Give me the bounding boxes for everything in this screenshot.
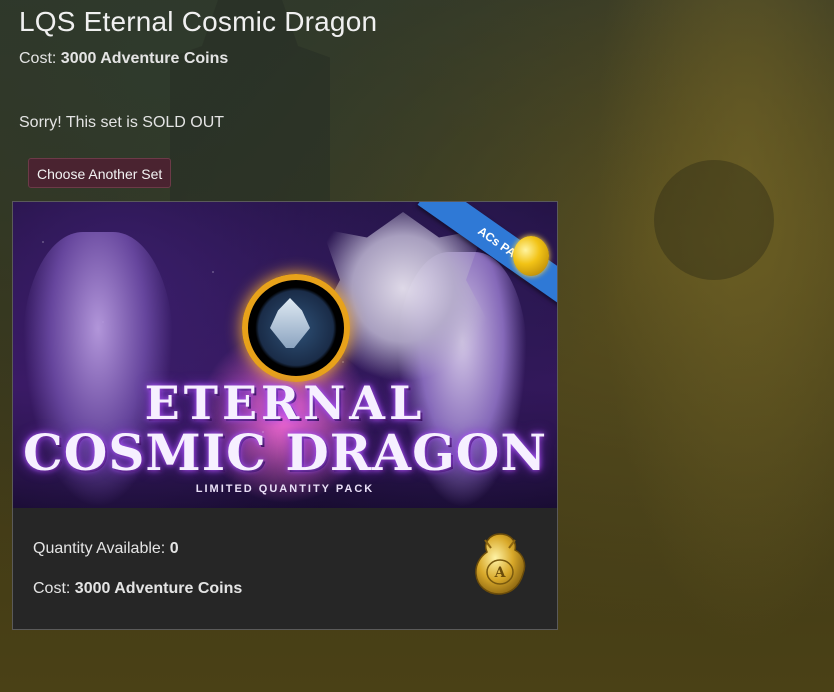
set-cost-label: Cost: bbox=[19, 50, 57, 67]
quantity-value: 0 bbox=[169, 540, 179, 557]
adventure-coin-dragon-icon: A bbox=[475, 533, 526, 595]
page-title: LQS Eternal Cosmic Dragon bbox=[19, 6, 378, 37]
dragon-medallion-icon bbox=[242, 274, 350, 382]
shop-set-page: LQS Eternal Cosmic Dragon Cost: 3000 Adv… bbox=[0, 0, 834, 692]
dragon-head-icon bbox=[270, 298, 310, 348]
quantity-available: Quantity Available: 0 bbox=[33, 540, 179, 558]
quantity-label: Quantity Available: bbox=[33, 540, 166, 557]
set-cost-value: 3000 Adventure Coins bbox=[60, 50, 229, 67]
set-info-cost: Cost: 3000 Adventure Coins bbox=[33, 580, 242, 598]
banner-title-line1: ETERNAL bbox=[144, 376, 426, 430]
banner-subtitle: LIMITED QUANTITY PACK bbox=[195, 483, 375, 495]
sold-out-message: Sorry! This set is SOLD OUT bbox=[19, 114, 225, 131]
choose-another-set-button[interactable]: Choose Another Set bbox=[28, 158, 172, 188]
set-banner-image: ETERNAL COSMIC DRAGON LIMITED QUANTITY P… bbox=[13, 202, 557, 508]
banner-title-line2: COSMIC DRAGON bbox=[22, 423, 548, 482]
gold-coin-icon bbox=[513, 236, 549, 276]
set-info-cost-value: 3000 Adventure Coins bbox=[74, 580, 243, 597]
set-info-cost-label: Cost: bbox=[33, 580, 71, 597]
set-info: Quantity Available: 0 Cost: 3000 Adventu… bbox=[13, 508, 557, 628]
set-cost: Cost: 3000 Adventure Coins bbox=[19, 50, 228, 68]
svg-text:A: A bbox=[494, 565, 507, 581]
banner-title: ETERNAL COSMIC DRAGON LIMITED QUANTITY P… bbox=[13, 380, 557, 495]
set-card: ETERNAL COSMIC DRAGON LIMITED QUANTITY P… bbox=[12, 201, 558, 630]
